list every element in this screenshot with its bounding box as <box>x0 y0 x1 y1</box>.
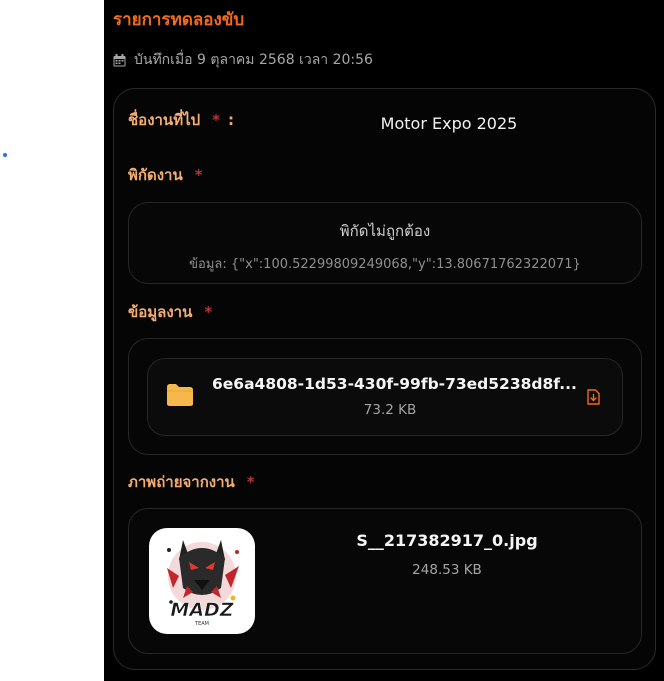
location-error: พิกัดไม่ถูกต้อง <box>339 222 431 240</box>
photo-name: S__217382917_0.jpg <box>356 531 538 550</box>
file-section: 6e6a4808-1d53-430f-99fb-73ed5238d8f... 7… <box>128 338 642 455</box>
file-name: 6e6a4808-1d53-430f-99fb-73ed5238d8f... <box>212 375 577 393</box>
page-title: รายการทดลองขับ <box>113 10 245 30</box>
saved-text: บันทึกเมื่อ 9 ตุลาคม 2568 เวลา 20:56 <box>134 52 373 68</box>
photo-size: 248.53 KB <box>412 562 482 578</box>
location-label: พิกัดงาน * <box>128 166 203 184</box>
photo-thumbnail[interactable]: MADZ TEAM <box>149 528 255 634</box>
calendar-icon <box>113 53 126 66</box>
saved-timestamp: บันทึกเมื่อ 9 ตุลาคม 2568 เวลา 20:56 <box>113 49 373 71</box>
required-marker: * <box>194 166 203 184</box>
folder-icon <box>167 384 193 406</box>
label-colon: : <box>228 111 235 129</box>
test-drive-panel: รายการทดลองขับ บันทึกเมื่อ 9 ตุลาคม 2568… <box>104 0 664 681</box>
logo-subtext: TEAM <box>194 621 209 627</box>
required-marker: * <box>204 303 213 321</box>
event-name-value: Motor Expo 2025 <box>380 114 518 133</box>
event-name-label: ชื่องานที่ไป *: <box>128 111 235 129</box>
required-marker: * <box>246 473 255 491</box>
location-card: พิกัดไม่ถูกต้อง ข้อมูล: {"x":100.5229980… <box>128 202 642 284</box>
event-info-label: ข้อมูลงาน * <box>128 303 213 321</box>
file-size: 73.2 KB <box>363 402 417 418</box>
logo-text: MADZ <box>170 599 234 621</box>
required-marker: * <box>212 111 221 129</box>
photo-card: MADZ TEAM S__217382917_0.jpg 248.53 KB <box>128 508 642 654</box>
photo-label: ภาพถ่ายจากงาน * <box>128 473 255 491</box>
download-file-icon[interactable] <box>586 389 601 405</box>
file-item[interactable]: 6e6a4808-1d53-430f-99fb-73ed5238d8f... 7… <box>147 358 623 436</box>
madz-team-logo: MADZ TEAM <box>167 540 239 627</box>
location-data: ข้อมูล: {"x":100.52299809249068,"y":13.8… <box>189 257 581 272</box>
left-edge-dot <box>3 153 7 157</box>
